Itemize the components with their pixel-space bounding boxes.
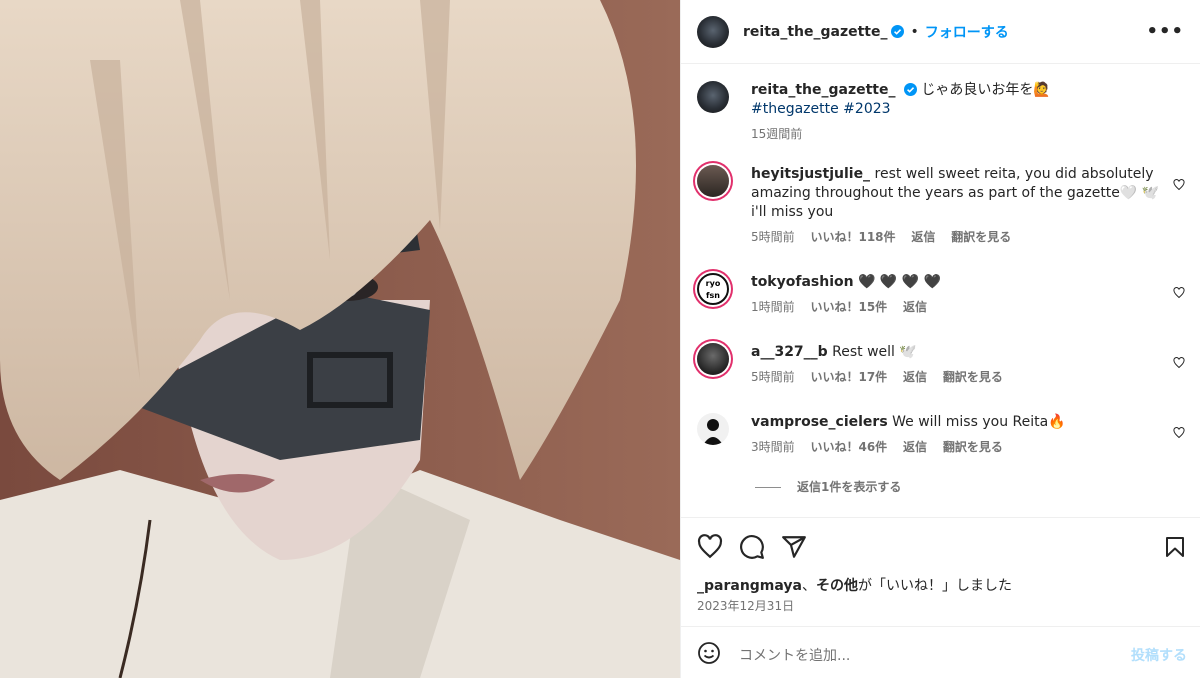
likes-suffix: が「いいね！」しました — [858, 578, 1012, 594]
reply-button[interactable]: 返信 — [911, 230, 935, 244]
action-bar — [681, 517, 1200, 576]
avatar[interactable] — [697, 15, 729, 48]
more-icon[interactable]: ••• — [1146, 21, 1184, 42]
reply-divider — [755, 487, 781, 488]
translate-button[interactable]: 翻訳を見る — [943, 440, 1003, 454]
avatar[interactable] — [697, 165, 729, 197]
comment-username[interactable]: a__327__b — [751, 344, 828, 360]
share-icon[interactable] — [781, 534, 807, 560]
comment-time: 3時間前 — [751, 440, 795, 454]
comment-icon[interactable] — [739, 534, 765, 560]
post-comment-button[interactable]: 投稿する — [1131, 645, 1187, 665]
post-header: reita_the_gazette_ • フォローする ••• — [681, 0, 1200, 64]
comment-likes[interactable]: いいね！118件 — [810, 230, 895, 244]
translate-button[interactable]: 翻訳を見る — [943, 370, 1003, 384]
liked-by-user[interactable]: _parangmaya — [697, 578, 802, 594]
add-comment-bar: コメントを追加... 投稿する — [681, 626, 1200, 679]
reply-button[interactable]: 返信 — [903, 440, 927, 454]
comment-username[interactable]: vamprose_cielers — [751, 414, 888, 430]
likes-separator: 、 — [802, 578, 816, 594]
bookmark-icon[interactable] — [1163, 534, 1187, 560]
separator-dot: • — [910, 23, 919, 40]
likes-summary: _parangmaya、その他が「いいね！」しました — [697, 575, 1012, 595]
comment-text: Rest well 🕊️ — [832, 344, 917, 360]
comment-text: 🖤 🖤 🖤 🖤 — [858, 274, 942, 290]
list-item: ryo fsn tokyofashion 🖤 🖤 🖤 🖤 1時間前 いいね！15件… — [697, 273, 1185, 317]
heart-icon[interactable] — [1173, 179, 1185, 191]
verified-icon — [903, 83, 917, 96]
reply-button[interactable]: 返信 — [903, 300, 927, 314]
avatar[interactable] — [697, 413, 729, 445]
avatar[interactable] — [697, 343, 729, 375]
emoji-icon[interactable] — [697, 641, 721, 665]
caption-time: 15週間前 — [751, 127, 803, 141]
list-item: a__327__b Rest well 🕊️ 5時間前 いいね！17件 返信 翻… — [697, 343, 1185, 387]
caption-hashtags[interactable]: #thegazette #2023 — [751, 101, 891, 117]
post-side-panel: reita_the_gazette_ • フォローする ••• reita_th… — [680, 0, 1200, 678]
caption-row: reita_the_gazette_ じゃあ良いお年を🙋 #thegazette… — [697, 81, 1185, 144]
caption-text: じゃあ良いお年を🙋 — [921, 82, 1051, 98]
comment-text: We will miss you Reita🔥 — [892, 414, 1066, 430]
post-date[interactable]: 2023年12月31日 — [697, 597, 794, 614]
post-photo[interactable] — [0, 0, 680, 678]
reply-button[interactable]: 返信 — [903, 370, 927, 384]
heart-icon[interactable] — [1173, 357, 1185, 369]
heart-icon[interactable] — [1173, 427, 1185, 439]
heart-icon[interactable] — [697, 534, 723, 560]
author-username[interactable]: reita_the_gazette_ — [743, 24, 887, 40]
comment-likes[interactable]: いいね！15件 — [810, 300, 887, 314]
avatar[interactable] — [697, 81, 729, 113]
list-item: heyitsjustjulie_ rest well sweet reita, … — [697, 165, 1185, 247]
post-modal: reita_the_gazette_ • フォローする ••• reita_th… — [0, 0, 1200, 678]
verified-icon — [891, 25, 905, 38]
comments-list[interactable]: reita_the_gazette_ じゃあ良いお年を🙋 #thegazette… — [681, 65, 1200, 517]
comment-likes[interactable]: いいね！17件 — [810, 370, 887, 384]
comment-input[interactable]: コメントを追加... — [739, 645, 850, 665]
list-item: vamprose_cielers We will miss you Reita🔥… — [697, 413, 1185, 457]
follow-button[interactable]: フォローする — [925, 22, 1009, 42]
view-replies-button[interactable]: 返信1件を表示する — [797, 478, 901, 495]
silhouette-icon — [703, 419, 723, 445]
comment-time: 5時間前 — [751, 230, 795, 244]
post-image — [0, 0, 680, 678]
comment-time: 5時間前 — [751, 370, 795, 384]
comment-likes[interactable]: いいね！46件 — [810, 440, 887, 454]
translate-button[interactable]: 翻訳を見る — [951, 230, 1011, 244]
avatar[interactable]: ryo fsn — [697, 273, 729, 305]
comment-time: 1時間前 — [751, 300, 795, 314]
comment-username[interactable]: heyitsjustjulie_ — [751, 166, 870, 182]
liked-by-others[interactable]: その他 — [816, 578, 858, 594]
comment-username[interactable]: tokyofashion — [751, 274, 854, 290]
caption-username[interactable]: reita_the_gazette_ — [751, 82, 895, 98]
heart-icon[interactable] — [1173, 287, 1185, 299]
